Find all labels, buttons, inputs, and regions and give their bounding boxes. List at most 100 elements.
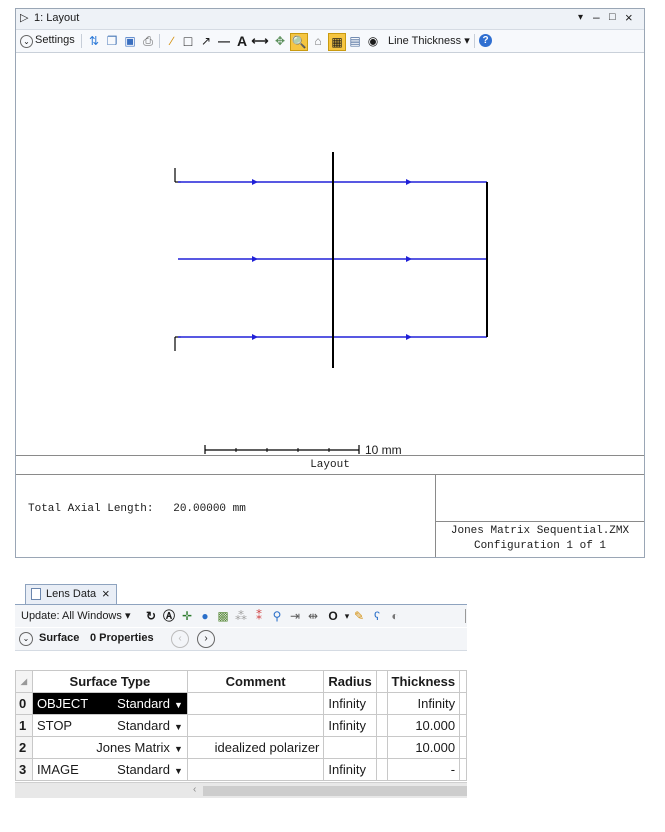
globe-icon[interactable]: ● <box>197 608 213 624</box>
thickness-cell[interactable]: - <box>386 758 461 781</box>
table-row[interactable]: 0 OBJECT Standard ▼ Infinity Infinity <box>15 692 467 715</box>
element-icon[interactable]: ⇹ <box>305 608 321 624</box>
comment-cell[interactable] <box>186 714 325 737</box>
minimize-icon[interactable]: – <box>593 10 600 24</box>
dimension-icon[interactable]: ⟷ <box>251 33 268 49</box>
document-icon <box>31 588 41 600</box>
ray-arrow <box>406 179 412 185</box>
clock-icon[interactable]: ◉ <box>365 33 381 49</box>
line-icon[interactable]: — <box>216 33 232 49</box>
info-panel: Layout Total Axial Length: 20.00000 mm J… <box>16 455 644 558</box>
radius-cell[interactable] <box>323 736 377 759</box>
radius-cell[interactable]: Infinity <box>323 758 377 781</box>
surface-type-cell[interactable]: Standard ▼ <box>92 714 188 737</box>
lens-data-window: Lens Data × Update: All Windows ▾ ↻ Ⓐ ✛ … <box>15 582 467 802</box>
window-icon[interactable]: ▤ <box>347 33 363 49</box>
merge-icon[interactable]: ⁑ <box>251 608 267 624</box>
previous-icon[interactable]: ‹ <box>171 630 189 648</box>
next-icon[interactable]: › <box>197 630 215 648</box>
surface-type-cell[interactable]: Standard ▼ <box>92 758 188 781</box>
surface-name-cell[interactable]: OBJECT <box>31 692 93 715</box>
ray-arrow <box>252 256 258 262</box>
horizontal-scrollbar[interactable]: ‹ <box>15 782 467 798</box>
text-icon[interactable]: A <box>234 33 250 49</box>
file-name: Jones Matrix Sequential.ZMX <box>450 525 630 537</box>
pencil-icon[interactable]: ∕ <box>164 33 180 49</box>
thickness-cell[interactable]: 10.000 <box>386 714 461 737</box>
maximize-icon[interactable]: □ <box>609 11 616 23</box>
lock-icon[interactable]: ⌂ <box>310 33 326 49</box>
ray-arrow <box>252 334 258 340</box>
chevron-down-icon[interactable]: ⌄ <box>19 632 33 646</box>
grid-view-icon[interactable]: ▩ <box>215 608 231 624</box>
lens-tabbar: Lens Data × <box>15 582 467 605</box>
ray-arrow <box>252 179 258 185</box>
print-icon[interactable]: ⎙ <box>140 33 156 49</box>
comment-cell[interactable] <box>186 758 325 781</box>
thickness-cell[interactable]: 10.000 <box>386 736 461 759</box>
lens-subbar: ⌄ Surface 0 Properties ‹ › <box>15 628 467 651</box>
table-row[interactable]: 2 Jones Matrix ▼ idealized polarizer 10.0… <box>15 736 467 759</box>
row-number: 3 <box>15 758 33 781</box>
comment-cell[interactable]: idealized polarizer <box>186 736 325 759</box>
refresh-icon[interactable]: ↻ <box>143 608 159 624</box>
surface-name-cell[interactable]: STOP <box>31 714 93 737</box>
configuration-label: Configuration 1 of 1 <box>473 540 607 552</box>
scrollbar-thumb[interactable] <box>203 786 467 796</box>
table-row[interactable]: 1 STOP Standard ▼ Infinity 10.000 <box>15 714 467 737</box>
corner-cell: ◢ <box>15 670 33 693</box>
close-icon[interactable]: × <box>625 10 633 25</box>
layout-drawing <box>174 152 488 454</box>
scroll-left-icon[interactable]: ‹ <box>193 784 196 795</box>
refresh-icon[interactable]: ⇅ <box>86 33 102 49</box>
surface-name-cell[interactable] <box>31 736 93 759</box>
row-number: 2 <box>15 736 33 759</box>
column-header-radius: Radius <box>323 670 377 693</box>
plot-title: Layout <box>16 456 644 475</box>
surface-name-cell[interactable]: IMAGE <box>31 758 93 781</box>
ray-arrow <box>406 256 412 262</box>
edit-icon[interactable]: ✎ <box>351 608 367 624</box>
ray-icon[interactable]: ⇥ <box>287 608 303 624</box>
zoom-icon[interactable]: 🔍 <box>290 33 308 51</box>
lens-toolbar: Update: All Windows ▾ ↻ Ⓐ ✛ ● ▩ ⁂ ⁑ ⚲ ⇥ … <box>15 605 467 627</box>
table-row[interactable]: 3 IMAGE Standard ▼ Infinity - <box>15 758 467 781</box>
add-icon[interactable]: ✛ <box>179 608 195 624</box>
lens-data-table: ◢ Surface Type Comment Radius Thickness … <box>15 670 467 781</box>
copy-icon[interactable]: ❐ <box>104 33 120 49</box>
chevron-down-icon[interactable]: ⌄ <box>20 35 33 48</box>
surface-type-cell[interactable]: Standard ▼ <box>92 692 188 715</box>
tab-lens-data[interactable]: Lens Data × <box>25 584 117 604</box>
settings-button[interactable]: Settings <box>35 34 75 46</box>
layout-window: ▷ 1: Layout ▾ – □ × ⌄ Settings ⇅ ❐ ▣ ⎙ ∕… <box>15 8 645 558</box>
move-icon[interactable]: ✥ <box>272 33 288 49</box>
surface-label: Surface <box>39 632 80 644</box>
dropdown-icon[interactable]: ▾ <box>578 12 583 23</box>
tool-icon[interactable]: ⚲ <box>269 608 285 624</box>
wave-icon[interactable]: ʕ <box>369 608 385 624</box>
close-tab-icon[interactable]: × <box>102 586 110 601</box>
row-number: 0 <box>15 692 33 715</box>
layout-plot: 10 mm <box>16 53 644 457</box>
grid-icon[interactable]: ▦ <box>328 33 346 51</box>
arrow-icon[interactable]: ↗ <box>198 33 214 49</box>
save-icon[interactable]: ▣ <box>122 33 138 49</box>
tab-label: Lens Data <box>46 588 97 600</box>
layout-toolbar: ⌄ Settings ⇅ ❐ ▣ ⎙ ∕ □ ↗ — A ⟷ ✥ 🔍 ⌂ ▦ ▤… <box>16 30 644 53</box>
update-dropdown[interactable]: Update: All Windows ▾ <box>21 609 130 622</box>
autoscale-icon[interactable]: Ⓐ <box>161 608 177 624</box>
window-icon: ▷ <box>20 12 29 24</box>
line-thickness-button[interactable]: Line Thickness ▾ <box>388 34 470 47</box>
surface-type-cell[interactable]: Jones Matrix ▼ <box>92 736 188 759</box>
toggle-icon[interactable]: ◐ <box>387 608 403 624</box>
column-header-surface-type: Surface Type <box>31 670 188 693</box>
rectangle-icon[interactable]: □ <box>180 33 196 49</box>
thickness-cell[interactable]: Infinity <box>386 692 461 715</box>
layout-titlebar: ▷ 1: Layout ▾ – □ × <box>16 9 644 30</box>
comment-cell[interactable] <box>186 692 325 715</box>
radius-cell[interactable]: Infinity <box>323 714 377 737</box>
radius-cell[interactable]: Infinity <box>323 692 377 715</box>
help-icon[interactable]: ? <box>479 34 492 47</box>
properties-label: 0 Properties <box>90 632 154 644</box>
split-icon[interactable]: ⁂ <box>233 608 249 624</box>
